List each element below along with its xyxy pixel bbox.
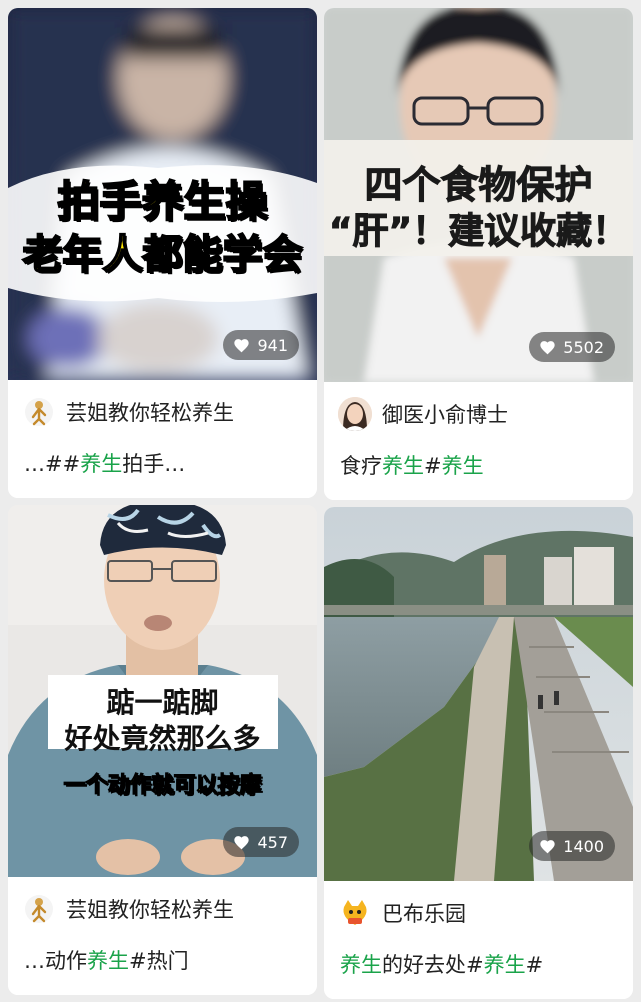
woman-portrait-avatar [338, 397, 372, 431]
avatar-icon [343, 900, 367, 925]
like-count: 1400 [563, 836, 604, 856]
like-count-badge: 457 [223, 827, 299, 857]
heart-icon [234, 835, 250, 849]
thumbnail-caption-line-1: 踮一踮脚 [106, 686, 219, 719]
desc-text: 食疗 [340, 454, 382, 478]
thumbnail-caption-line-1: 拍手养生操 [56, 176, 268, 227]
thumbnail-image [324, 507, 633, 881]
video-card-4[interactable]: 1400 巴布乐园 养生的好去处#养生# [324, 507, 633, 999]
card-description: 食疗养生#养生 [340, 450, 484, 480]
author-name: 御医小俞博士 [382, 403, 508, 427]
hashtag-link[interactable]: 养生 [484, 953, 526, 977]
hashtag-link[interactable]: 养生 [382, 454, 424, 478]
card-description: …##养生拍手… [24, 448, 185, 478]
desc-text: # [424, 454, 442, 478]
hashtag-link[interactable]: 养生 [80, 452, 122, 476]
heart-icon [540, 839, 555, 853]
desc-text: …## [24, 452, 81, 476]
card-description: …动作养生#热门 [24, 945, 189, 975]
video-card-2[interactable]: 四个食物保护 “肝”！建议收藏！ 5502 御医小俞博士 食疗养生#养生 [324, 8, 633, 500]
card-meta: 芸姐教你轻松养生 …动作养生#热门 [8, 877, 317, 995]
like-count: 457 [257, 832, 288, 852]
video-card-1[interactable]: 拍手养生操 老年人都能学会 941 芸姐教你轻松养生 …##养生拍手… [8, 8, 317, 498]
like-count-badge: 5502 [529, 332, 615, 362]
author-row[interactable]: 御医小俞博士 [338, 396, 508, 432]
like-count-badge: 941 [223, 330, 299, 360]
author-row[interactable]: 芸姐教你轻松养生 [22, 394, 234, 430]
desc-text: #热门 [129, 949, 189, 973]
video-card-3[interactable]: 踮一踮脚 好处竟然那么多 一个动作就可以按摩 457 芸姐教你轻松养生 …动作养… [8, 505, 317, 995]
card-meta: 巴布乐园 养生的好去处#养生# [324, 881, 633, 999]
avatar-icon [25, 895, 53, 923]
heart-icon [540, 340, 555, 354]
video-thumbnail[interactable]: 四个食物保护 “肝”！建议收藏！ 5502 [324, 8, 633, 382]
video-thumbnail[interactable]: 拍手养生操 老年人都能学会 941 [8, 8, 317, 380]
avatar-icon [338, 397, 372, 431]
card-description: 养生的好去处#养生# [340, 949, 543, 979]
author-name: 芸姐教你轻松养生 [66, 401, 234, 425]
thumbnail-caption-line-2: 好处竟然那么多 [64, 722, 261, 755]
hashtag-link[interactable]: 养生 [87, 949, 129, 973]
like-count-badge: 1400 [529, 831, 615, 861]
author-name: 巴布乐园 [382, 902, 466, 926]
heart-icon [234, 338, 250, 352]
cartoon-figure-avatar [22, 892, 56, 926]
like-count: 5502 [563, 337, 604, 357]
video-thumbnail[interactable]: 1400 [324, 507, 633, 881]
desc-text: # [525, 953, 544, 977]
video-thumbnail[interactable]: 踮一踮脚 好处竟然那么多 一个动作就可以按摩 457 [8, 505, 317, 877]
avatar-icon [25, 398, 53, 426]
video-feed-grid: 拍手养生操 老年人都能学会 941 芸姐教你轻松养生 …##养生拍手… 四个食物… [0, 0, 641, 1002]
author-row[interactable]: 巴布乐园 [338, 895, 466, 931]
cat-logo-avatar [338, 896, 372, 930]
author-row[interactable]: 芸姐教你轻松养生 [22, 891, 234, 927]
card-meta: 芸姐教你轻松养生 …##养生拍手… [8, 380, 317, 498]
thumbnail-caption-line-3: 一个动作就可以按摩 [63, 773, 262, 799]
thumbnail-caption-line-2: “肝”！建议收藏！ [328, 211, 629, 253]
desc-text: 拍手… [122, 452, 186, 476]
thumbnail-caption-line-1: 四个食物保护 [364, 163, 593, 208]
card-meta: 御医小俞博士 食疗养生#养生 [324, 382, 633, 500]
hashtag-link[interactable]: 养生 [442, 454, 484, 478]
desc-text: …动作 [24, 949, 87, 973]
like-count: 941 [257, 335, 288, 355]
author-name: 芸姐教你轻松养生 [66, 898, 234, 922]
cartoon-figure-avatar [22, 395, 56, 429]
thumbnail-caption-line-2: 老年人都能学会 [22, 231, 304, 279]
hashtag-link[interactable]: 养生 [340, 953, 382, 977]
desc-text: 的好去处# [382, 953, 484, 977]
